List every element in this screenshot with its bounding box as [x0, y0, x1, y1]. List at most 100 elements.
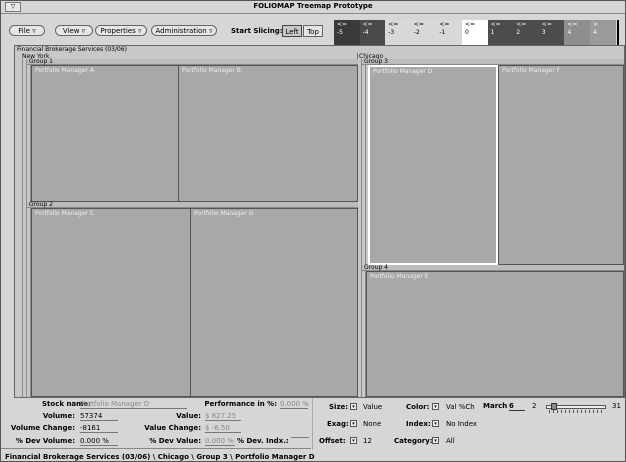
portfolio-manager-f[interactable]: Portfolio Manager F	[498, 65, 624, 265]
legend-operator: <=	[465, 21, 476, 28]
category-dropdown[interactable]: ▾	[432, 437, 439, 444]
app-window: ▽ FOLIOMAP Treemap Prototype File ▿ View…	[0, 0, 626, 462]
legend-cell: <= 1	[487, 20, 514, 45]
stock-name-field[interactable]: Portfolio Manager D	[80, 400, 187, 409]
treemap[interactable]: Financial Brokerage Services (03/06) New…	[14, 45, 625, 398]
legend-value: 3	[541, 29, 546, 36]
divider	[1, 448, 311, 449]
value-change-field[interactable]: $ -6.50	[205, 424, 241, 433]
manager-label: Portfolio Manager D	[373, 68, 433, 75]
manager-label: Portfolio Manager G	[194, 210, 254, 217]
stock-name-label: Stock name:	[42, 400, 91, 408]
group-1[interactable]: Group 1 Portfolio Manager A Portfolio Ma…	[27, 59, 358, 202]
legend-value: -4	[362, 29, 369, 36]
legend-operator: <=	[490, 21, 501, 28]
legend-value: 4	[567, 29, 572, 36]
performance-field[interactable]: 0.000 %	[280, 400, 309, 409]
date-slider-thumb[interactable]	[551, 403, 557, 410]
legend-operator: <=	[516, 21, 527, 28]
offset-value: 12	[363, 437, 372, 445]
pct-dev-volume-field[interactable]: 0.000 %	[80, 437, 118, 446]
administration-menu-button[interactable]: Administration ▿	[151, 25, 217, 36]
legend-operator: <=	[567, 21, 578, 28]
file-menu-button[interactable]: File ▿	[9, 25, 45, 36]
volume-change-field[interactable]: -8161	[80, 424, 118, 433]
manager-label: Portfolio Manager B	[182, 67, 241, 74]
portfolio-manager-b[interactable]: Portfolio Manager B	[178, 65, 358, 202]
legend-operator: >	[593, 21, 599, 28]
portfolio-manager-d[interactable]: Portfolio Manager D	[368, 65, 498, 265]
legend-value: -2	[413, 29, 420, 36]
pct-dev-index-label: % Dev. Indx.:	[237, 437, 289, 445]
slice-left-button[interactable]: Left	[282, 25, 302, 37]
legend-cell: <= -5	[334, 20, 361, 45]
index-dropdown[interactable]: ▾	[432, 420, 439, 427]
portfolio-manager-e[interactable]: Portfolio Manager E	[366, 271, 624, 397]
manager-label: Portfolio Manager F	[502, 67, 561, 74]
legend-operator: <=	[439, 21, 450, 28]
volume-field[interactable]: 57374	[80, 412, 118, 421]
pct-dev-index-field[interactable]	[291, 437, 309, 438]
portfolio-manager-a[interactable]: Portfolio Manager A	[31, 65, 179, 202]
legend-cell: <= -4	[359, 20, 386, 45]
index-label: Index:	[406, 420, 431, 428]
view-menu-button[interactable]: View ▿	[55, 25, 93, 36]
slider-min-label: 2	[532, 402, 537, 410]
value-change-label: Value Change:	[144, 424, 201, 432]
legend-value: 1	[490, 29, 495, 36]
legend-value: -3	[388, 29, 395, 36]
group-3[interactable]: Group 3 Portfolio Manager D Portfolio Ma…	[362, 59, 624, 265]
exag-label: Exag:	[327, 420, 349, 428]
slice-top-button[interactable]: Top	[303, 25, 323, 37]
legend-value: 2	[516, 29, 521, 36]
group-4[interactable]: Group 4 Portfolio Manager E	[362, 265, 624, 397]
window-title: FOLIOMAP Treemap Prototype	[253, 2, 373, 10]
properties-menu-button[interactable]: Properties ▿	[95, 25, 147, 36]
treemap-root-label: Financial Brokerage Services (03/06)	[17, 46, 127, 53]
pct-dev-value-field[interactable]: 0.000 %	[205, 437, 235, 446]
title-bar: ▽ FOLIOMAP Treemap Prototype	[1, 1, 625, 14]
legend-cell: <= 3	[538, 20, 565, 45]
date-month: March	[483, 402, 508, 410]
legend-cell: <= 0	[462, 20, 489, 45]
size-dropdown[interactable]: ▾	[350, 403, 357, 410]
legend-value: 4	[593, 29, 597, 36]
legend-end-bar	[617, 20, 619, 45]
category-label: Category:	[394, 437, 433, 445]
color-value: Val %Ch	[446, 403, 475, 411]
legend-cell: <= -1	[436, 20, 463, 45]
portfolio-manager-c[interactable]: Portfolio Manager C	[31, 208, 191, 397]
breadcrumb: Financial Brokerage Services (03/06) \ C…	[5, 453, 315, 461]
legend-cell: >4	[590, 20, 617, 45]
legend-operator: <=	[413, 21, 424, 28]
exag-dropdown[interactable]: ▾	[350, 420, 357, 427]
divider	[312, 398, 313, 450]
pct-dev-volume-label: % Dev Volume:	[15, 437, 75, 445]
group-2[interactable]: Group 2 Portfolio Manager C Portfolio Ma…	[27, 202, 358, 397]
value-field[interactable]: $ 827.25	[205, 412, 241, 421]
value-label: Value:	[176, 412, 201, 420]
portfolio-manager-g[interactable]: Portfolio Manager G	[190, 208, 358, 397]
legend-operator: <=	[362, 21, 373, 28]
date-day-field[interactable]: 6	[509, 402, 525, 411]
legend-value: -5	[337, 29, 343, 36]
legend-cell: <= -3	[385, 20, 412, 45]
legend-value: -1	[439, 29, 446, 36]
offset-dropdown[interactable]: ▾	[350, 437, 357, 444]
volume-label: Volume:	[42, 412, 75, 420]
performance-label: Performance in %:	[204, 400, 277, 408]
date-slider-ticks	[549, 410, 605, 413]
legend-cell: <= 4	[564, 20, 591, 45]
color-label: Color:	[406, 403, 430, 411]
region-new-york[interactable]: New York Group 1 Portfolio Manager A Por…	[19, 53, 358, 397]
category-value: All	[446, 437, 455, 445]
region-chicago[interactable]: Chicago Group 3 Portfolio Manager D Port…	[358, 53, 624, 397]
legend-cell: <= -2	[410, 20, 437, 45]
color-dropdown[interactable]: ▾	[432, 403, 439, 410]
legend-cell: <= 2	[513, 20, 540, 45]
offset-label: Offset:	[319, 437, 346, 445]
color-legend: <= -5 <= -4 <= -3 <= -2 <= -1 <= 0 <= 1 <= 2 <= 3 <= 4 >4	[334, 20, 617, 45]
legend-operator: <=	[337, 21, 348, 28]
group-stripe	[362, 65, 366, 265]
legend-operator: <=	[388, 21, 399, 28]
